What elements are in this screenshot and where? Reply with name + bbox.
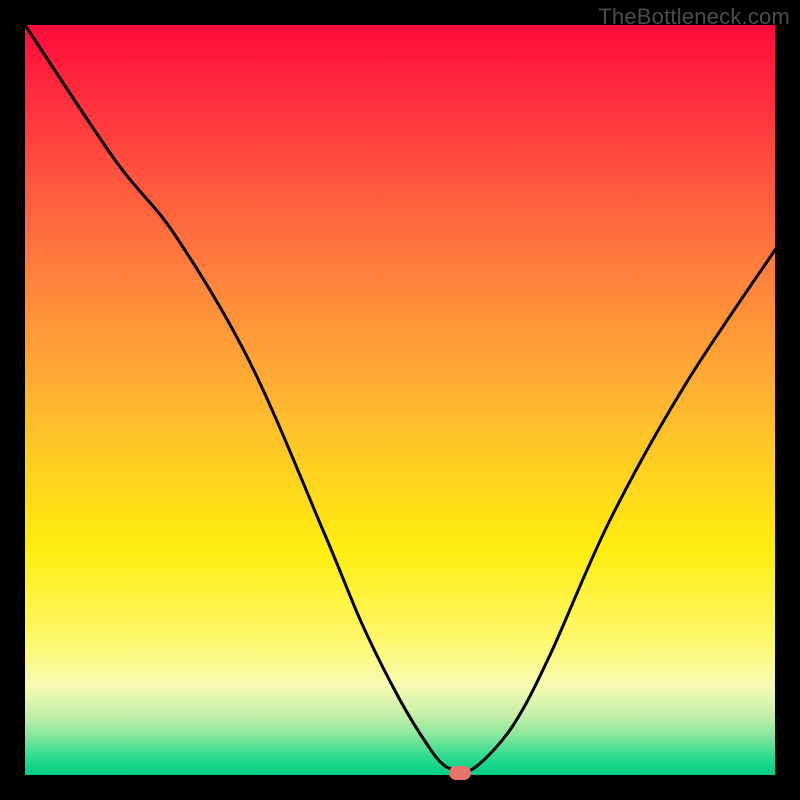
bottleneck-curve <box>25 25 775 771</box>
curve-svg <box>25 25 775 775</box>
optimum-marker <box>449 766 471 780</box>
chart-frame: TheBottleneck.com <box>0 0 800 800</box>
plot-area <box>25 25 775 775</box>
watermark-label: TheBottleneck.com <box>598 4 790 30</box>
